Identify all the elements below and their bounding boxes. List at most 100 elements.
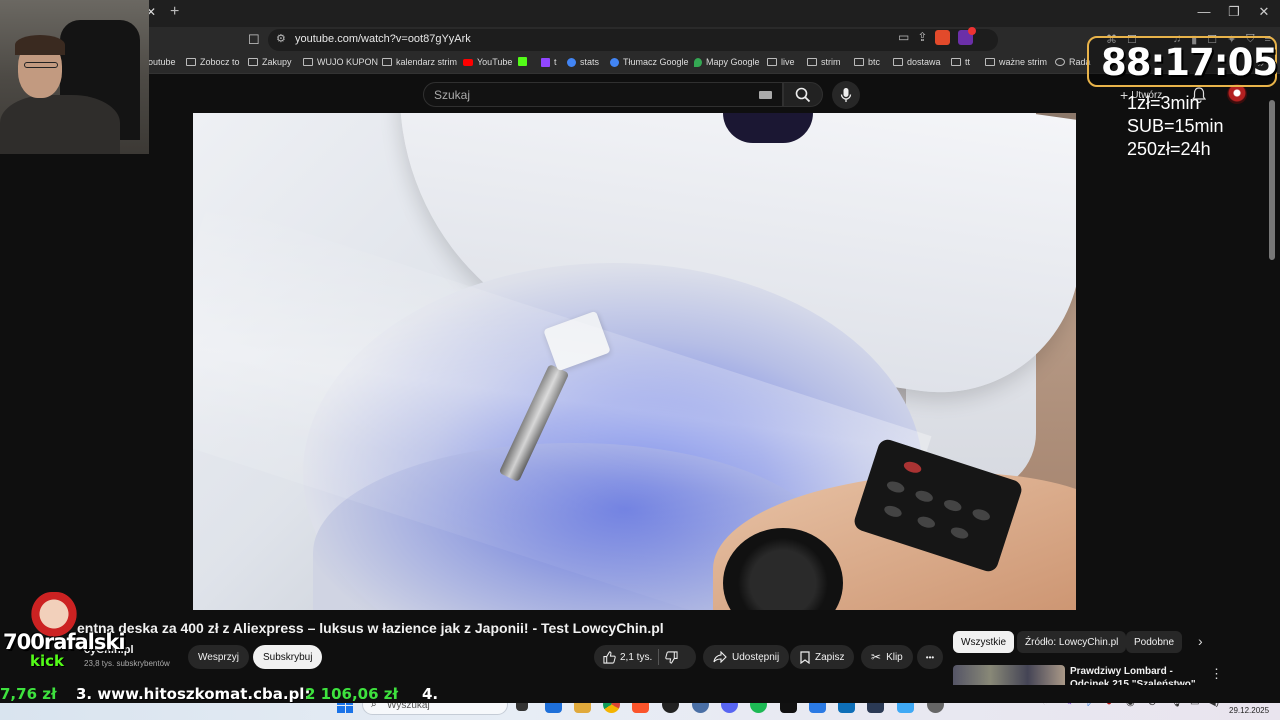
folder-icon xyxy=(767,58,777,66)
screen: ✕ + — ❐ ✕ ☐ ⚙ youtube.com/watch?v=oot87g… xyxy=(0,0,1280,720)
video-player[interactable] xyxy=(193,113,1076,610)
bookmark-item[interactable]: Zobocz to xyxy=(186,57,240,67)
translate-icon xyxy=(610,57,619,67)
bookmark-item[interactable]: Tłumacz Google xyxy=(610,57,689,67)
search-icon xyxy=(795,87,811,102)
bookmark-item[interactable]: Rada xyxy=(1055,57,1091,67)
folder-icon xyxy=(382,58,392,66)
cast-icon[interactable]: ▭ xyxy=(898,30,909,45)
folder-icon xyxy=(985,58,995,66)
chip-source[interactable]: Źródło: LowcyChin.pl xyxy=(1017,631,1127,653)
dislike-button[interactable] xyxy=(665,650,678,664)
bookmark-item[interactable]: kalendarz strim xyxy=(382,57,457,67)
search-button[interactable] xyxy=(783,82,823,107)
subscribe-button[interactable]: Subskrybuj xyxy=(253,645,323,669)
minimize-button[interactable]: — xyxy=(1194,4,1214,19)
kick-channel-logo: 700rafalski kick xyxy=(0,592,126,682)
bookmark-item[interactable]: dostawa xyxy=(893,57,941,67)
webcam-body xyxy=(0,95,120,154)
bookmark-item[interactable]: btc xyxy=(854,57,880,67)
chip-similar[interactable]: Podobne xyxy=(1126,631,1183,653)
kick-icon xyxy=(518,57,527,66)
webcam-overlay xyxy=(0,0,149,154)
folder-icon xyxy=(807,58,817,66)
bookmark-item[interactable]: tt xyxy=(951,57,970,67)
folder-icon xyxy=(854,58,864,66)
more-actions-button[interactable]: ••• xyxy=(917,645,943,669)
account-avatar[interactable] xyxy=(1227,84,1247,104)
chevron-right-icon[interactable]: › xyxy=(1198,633,1203,649)
bookmark-item[interactable]: WUJO KUPON xyxy=(303,57,378,67)
support-button[interactable]: Wesprzyj xyxy=(188,645,249,669)
share-icon xyxy=(713,651,727,663)
scissors-icon: ✂ xyxy=(871,650,882,664)
thumbs-up-icon xyxy=(603,650,616,664)
bookmark-icon[interactable]: ☐ xyxy=(248,32,260,48)
bookmark-item[interactable]: live xyxy=(767,57,795,67)
ticker-amount: 2 106,06 zł xyxy=(305,685,399,703)
url-field[interactable]: ⚙ youtube.com/watch?v=oot87gYyArk xyxy=(268,29,998,51)
clock-date: 29.12.2025 xyxy=(1229,706,1270,715)
drop-icon xyxy=(1055,58,1065,66)
bookmark-item[interactable]: outube xyxy=(148,57,176,67)
chip-all[interactable]: Wszystkie xyxy=(953,631,1014,653)
bookmark-save-icon xyxy=(800,650,810,664)
donation-ticker: 7,76 zł 3. www.hitoszkomat.cba.pl: 2 106… xyxy=(0,685,1280,703)
like-dislike-group: 2,1 tys. xyxy=(594,645,696,669)
video-title: entna deska za 400 zł z Aliexpress – luk… xyxy=(77,620,664,636)
share-button[interactable]: Udostępnij xyxy=(703,645,790,669)
bookmark-item[interactable]: ważne strim xyxy=(985,57,1047,67)
tab-strip: ✕ + — ❐ ✕ xyxy=(0,0,1280,27)
ticker-site: 3. www.hitoszkomat.cba.pl: xyxy=(76,685,311,703)
subathon-timer: 88:17:05 xyxy=(1087,36,1278,87)
brave-shields-icon[interactable] xyxy=(935,30,951,45)
save-button[interactable]: Zapisz xyxy=(790,645,855,669)
keyboard-icon[interactable] xyxy=(759,91,772,99)
thumbs-down-icon xyxy=(665,650,678,664)
bookmark-item[interactable]: t xyxy=(541,57,557,67)
stats-icon xyxy=(567,57,576,67)
like-button[interactable]: 2,1 tys. xyxy=(594,650,653,664)
folder-icon xyxy=(951,58,961,66)
bookmark-item[interactable]: strim xyxy=(807,57,841,67)
bookmark-item[interactable]: Mapy Google xyxy=(694,57,760,67)
new-tab-button[interactable]: + xyxy=(170,3,179,21)
more-icon: ••• xyxy=(925,652,935,662)
bookmark-item[interactable]: YouTube xyxy=(463,57,512,67)
like-count: 2,1 tys. xyxy=(620,651,653,663)
clip-button[interactable]: ✂ Klip xyxy=(861,645,913,669)
folder-icon xyxy=(303,58,313,66)
microphone-icon xyxy=(840,88,852,102)
webcam-glasses xyxy=(24,62,58,68)
divider xyxy=(658,649,660,665)
site-info-icon[interactable]: ⚙ xyxy=(276,32,286,45)
bookmark-item[interactable] xyxy=(518,57,527,66)
voice-search-button[interactable] xyxy=(832,81,860,109)
kick-channel-name: 700rafalski xyxy=(3,630,126,654)
rule-line: SUB=15min xyxy=(1127,116,1224,136)
twitch-icon xyxy=(541,57,550,67)
folder-icon xyxy=(248,58,258,66)
bookmark-item[interactable]: Zakupy xyxy=(248,57,292,67)
timer-value: 88:17:05 xyxy=(1101,41,1278,84)
maximize-button[interactable]: ❐ xyxy=(1224,4,1244,20)
timer-rules: 1zł=3min SUB=15min 250zł=24h xyxy=(1127,92,1224,161)
rule-line: 1zł=3min xyxy=(1127,93,1200,113)
folder-icon xyxy=(186,58,196,66)
page-scrollbar[interactable] xyxy=(1268,80,1276,680)
url-actions: ▭ ⇪ xyxy=(898,27,977,45)
recommended-more-icon[interactable]: ⋮ xyxy=(1210,666,1223,682)
youtube-icon xyxy=(463,58,473,66)
webcam-hair xyxy=(15,35,65,55)
scrollbar-thumb[interactable] xyxy=(1269,100,1275,260)
recommended-thumbnail[interactable] xyxy=(953,665,1065,687)
bookmark-item[interactable]: stats xyxy=(567,57,599,67)
search-box xyxy=(423,82,783,107)
share-page-icon[interactable]: ⇪ xyxy=(917,30,927,45)
search-input[interactable] xyxy=(434,87,754,103)
close-window-button[interactable]: ✕ xyxy=(1254,4,1274,20)
brave-rewards-icon[interactable] xyxy=(958,27,977,45)
folder-icon xyxy=(893,58,903,66)
ticker-amount-left: 7,76 zł xyxy=(0,685,57,703)
maps-icon xyxy=(694,57,702,67)
